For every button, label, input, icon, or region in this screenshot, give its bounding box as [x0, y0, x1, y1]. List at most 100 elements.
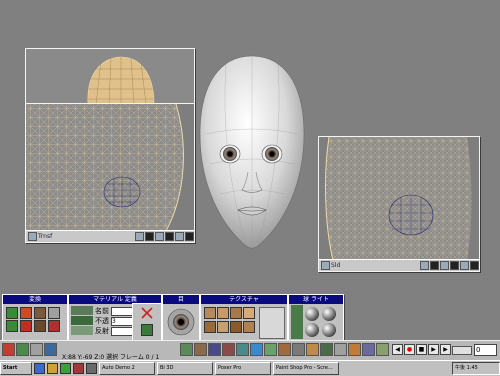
record-icon[interactable]: ● — [404, 344, 415, 355]
quicklaunch-icon-2[interactable] — [47, 363, 58, 374]
toolbar-icon-6[interactable] — [194, 343, 207, 356]
eye-panel-title: 目 — [163, 295, 199, 304]
texture-swatch[interactable] — [141, 324, 153, 336]
wireframe-head-side — [26, 104, 194, 231]
toolbar-icon-8[interactable] — [222, 343, 235, 356]
playback-controls: ◀ ● ■ ▶ ▶ — [392, 344, 451, 355]
move-tool-icon[interactable] — [6, 307, 18, 319]
toolbar-icon-15[interactable] — [320, 343, 333, 356]
view-icon[interactable] — [28, 232, 37, 241]
toolbar-icon-4[interactable] — [44, 343, 57, 356]
rendered-face — [199, 55, 305, 249]
viewport-right[interactable]: Sld — [318, 136, 480, 272]
texture-tile-7[interactable] — [230, 321, 242, 333]
toolbar-icon-14[interactable] — [306, 343, 319, 356]
toolbar-icon-11[interactable] — [264, 343, 277, 356]
viewport-right-toolbar: Sld — [319, 259, 479, 271]
sphere-panel: 球 ライト — [288, 294, 344, 341]
bend-tool-icon[interactable] — [34, 320, 46, 332]
rotate-icon[interactable] — [440, 261, 449, 270]
taskbar-item-2[interactable]: Bi 3D — [157, 362, 213, 375]
toolbar-icon-13[interactable] — [292, 343, 305, 356]
toolbar-icon-17[interactable] — [348, 343, 361, 356]
rotate-icon[interactable] — [155, 232, 164, 241]
fit-icon[interactable] — [470, 261, 479, 270]
pan-icon[interactable] — [145, 232, 154, 241]
toolbar-icon-7[interactable] — [208, 343, 221, 356]
quicklaunch-icon-1[interactable] — [34, 363, 45, 374]
taskbar: Start Auto Demo 2 Bi 3D Poser Pro Paint … — [0, 360, 500, 376]
rotate-tool-icon[interactable] — [20, 307, 32, 319]
texture-tile-3[interactable] — [230, 307, 242, 319]
viewport-left[interactable]: Trnsf — [25, 103, 195, 243]
material-swatch-1[interactable] — [71, 306, 93, 315]
eye-preview-icon[interactable] — [166, 306, 196, 338]
toolbar-icon-3[interactable] — [30, 343, 43, 356]
viewport-right-label: Sld — [331, 262, 341, 269]
viewport-top-left[interactable] — [25, 48, 195, 105]
sphere-presets-icon[interactable] — [291, 305, 341, 339]
texture-tile-6[interactable] — [217, 321, 229, 333]
frame-field[interactable]: 0 — [474, 344, 497, 356]
toolbar-icon-16[interactable] — [334, 343, 347, 356]
stop-icon[interactable]: ■ — [416, 344, 427, 355]
opacity-label: 不透 — [95, 317, 109, 325]
zoom-icon[interactable] — [135, 232, 144, 241]
camera-icon[interactable] — [165, 232, 174, 241]
pan-icon[interactable] — [430, 261, 439, 270]
select-tool-icon[interactable] — [48, 307, 60, 319]
toolbar-icon-19[interactable] — [376, 343, 389, 356]
taskbar-item-3[interactable]: Poser Pro — [215, 362, 271, 375]
texture-panel: テクスチャ — [200, 294, 288, 341]
wireframe-head-top — [87, 56, 155, 104]
taskbar-item-1[interactable]: Auto Demo 2 — [99, 362, 155, 375]
texture-tile-2[interactable] — [217, 307, 229, 319]
quicklaunch-icon-4[interactable] — [73, 363, 84, 374]
texture-tile-1[interactable] — [204, 307, 216, 319]
toolbar-icon-5[interactable] — [180, 343, 193, 356]
transform-panel: 変換 — [2, 294, 68, 341]
sphere-panel-title: 球 ライト — [289, 295, 343, 304]
zoom-icon[interactable] — [420, 261, 429, 270]
play-icon[interactable]: ▶ — [428, 344, 439, 355]
viewport-left-toolbar: Trnsf — [26, 230, 194, 242]
toolbar-icon-18[interactable] — [362, 343, 375, 356]
wireframe-head-back — [319, 137, 479, 260]
no-texture-icon[interactable] — [141, 307, 153, 319]
fit-icon[interactable] — [185, 232, 194, 241]
twist-tool-icon[interactable] — [6, 320, 18, 332]
grid-icon[interactable] — [460, 261, 469, 270]
delete-tool-icon[interactable] — [48, 320, 60, 332]
toolbar-icon-12[interactable] — [278, 343, 291, 356]
taskbar-item-4[interactable]: Paint Shop Pro - Scre... — [273, 362, 339, 375]
quicklaunch-icon-3[interactable] — [60, 363, 71, 374]
eye-panel: 目 — [162, 294, 200, 341]
grid-icon[interactable] — [175, 232, 184, 241]
frame-slider[interactable] — [452, 346, 472, 355]
toolbar-icon-10[interactable] — [250, 343, 263, 356]
camera-icon[interactable] — [450, 261, 459, 270]
texture-panel-title: テクスチャ — [201, 295, 287, 304]
texture-tile-5[interactable] — [204, 321, 216, 333]
quicklaunch-icon-5[interactable] — [86, 363, 97, 374]
name-label: 名前 — [95, 307, 109, 315]
forward-icon[interactable]: ▶ — [440, 344, 451, 355]
texture-empty-slot[interactable] — [259, 307, 285, 339]
transform-panel-title: 変換 — [3, 295, 67, 304]
toolbar-icon-1[interactable] — [2, 343, 15, 356]
texture-tile-4[interactable] — [243, 307, 255, 319]
texture-list-panel — [132, 303, 162, 341]
toolbar-icon-2[interactable] — [16, 343, 29, 356]
view-icon[interactable] — [321, 261, 330, 270]
toolbar-icon-9[interactable] — [236, 343, 249, 356]
taper-tool-icon[interactable] — [20, 320, 32, 332]
texture-tile-8[interactable] — [243, 321, 255, 333]
material-swatch-3[interactable] — [71, 326, 93, 335]
main-toolbar: X:88 Y:-69 Z:0 選択 フレーム 0 / 1 ◀ ● ■ ▶ ▶ 0 — [0, 340, 500, 361]
scale-tool-icon[interactable] — [34, 307, 46, 319]
system-tray-clock: 午後 1:45 — [452, 362, 500, 375]
reflection-label: 反射 — [95, 327, 109, 335]
start-button[interactable]: Start — [0, 362, 32, 375]
material-swatch-2[interactable] — [71, 316, 93, 325]
rewind-icon[interactable]: ◀ — [392, 344, 403, 355]
